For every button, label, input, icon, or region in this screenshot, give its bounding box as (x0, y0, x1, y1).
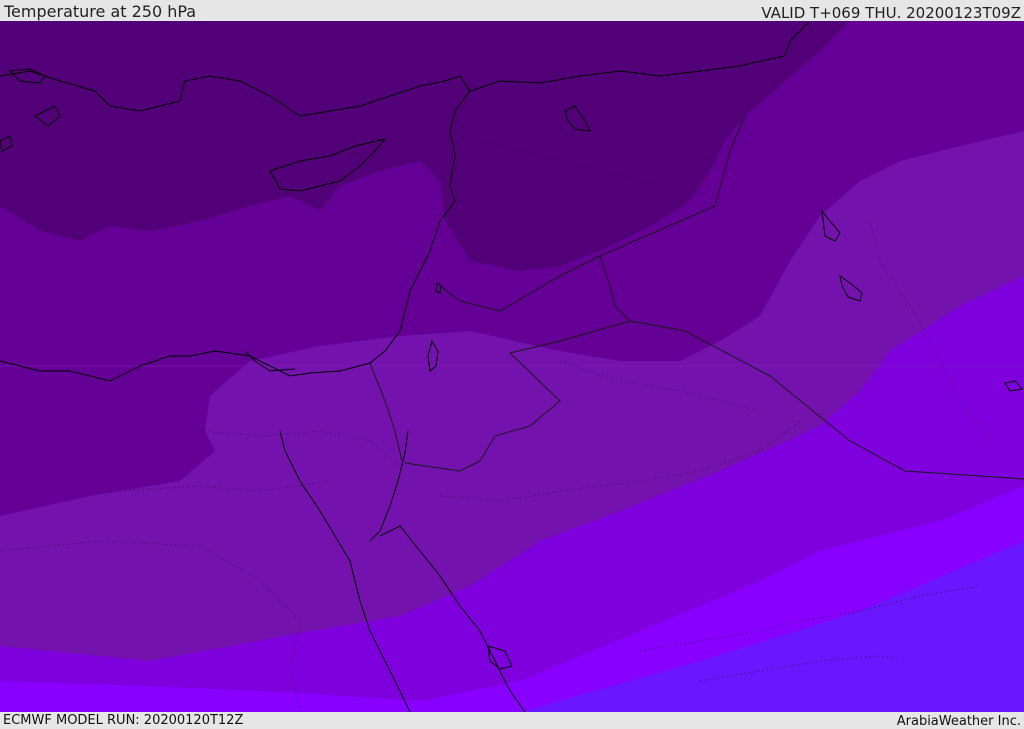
valid-time: VALID T+069 THU. 20200123T09Z (761, 4, 1021, 22)
model-run: ECMWF MODEL RUN: 20200120T12Z (3, 713, 244, 728)
credit: ArabiaWeather Inc. (896, 714, 1021, 729)
map-viewer: Temperature at 250 hPa VALID T+069 THU. … (0, 0, 1024, 729)
map-canvas (0, 21, 1024, 712)
map-title: Temperature at 250 hPa (4, 2, 197, 21)
footer-bar: ECMWF MODEL RUN: 20200120T12Z ArabiaWeat… (0, 712, 1024, 729)
temperature-map[interactable] (0, 21, 1024, 712)
header-bar: Temperature at 250 hPa VALID T+069 THU. … (0, 0, 1024, 22)
